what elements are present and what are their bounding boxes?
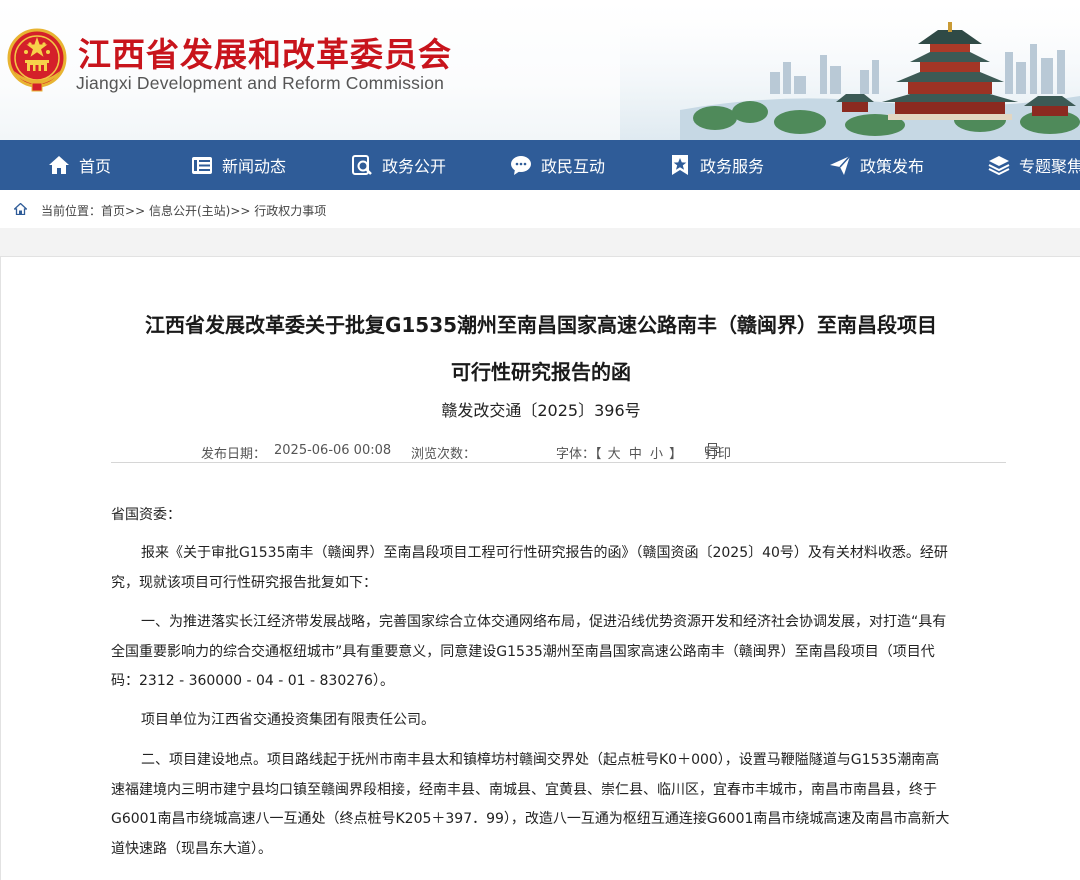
site-title: 江西省发展和改革委员会 [78,35,452,74]
article-body: 省国资委： [111,501,1006,531]
paragraph: 全国重要影响力的综合交通枢纽城市”具有重要意义，同意建设G1535潮州至南昌国家… [111,643,935,660]
font-size-medium[interactable]: 中 [629,447,642,462]
print-button[interactable]: 打印 [705,443,731,462]
publish-date-label: 发布日期： [201,447,267,462]
nav-item-news[interactable]: 新闻动态 [191,140,286,190]
paragraph: 码：2312 - 360000 - 04 - 01 - 830276）。 [111,673,394,689]
breadcrumb-item-info-open[interactable]: 信息公开(主站) [149,204,230,218]
article-title-line2: 可行性研究报告的函 [451,360,631,384]
nav-item-topics[interactable]: 专题聚焦 [988,140,1080,190]
nav-item-gov-open[interactable]: 政务公开 [351,140,446,190]
article-body: 项目单位为江西省交通投资集团有限责任公司。 [111,706,1006,736]
city-scenery-illustration [620,0,1080,140]
nav-item-interaction[interactable]: 政民互动 [510,140,605,190]
national-emblem-icon [7,28,67,92]
nav-item-home[interactable]: 首页 [48,140,111,190]
breadcrumb-trail: 当前位置：首页>> 信息公开(主站)>> 行政权力事项 [41,202,326,219]
layers-icon [988,156,1010,176]
publish-date: 2025-06-06 00:08 [274,443,392,458]
star-badge-icon [672,155,688,175]
paragraph: 报来《关于审批G1535南丰（赣闽界）至南昌段项目工程可行性研究报告的函》（赣国… [141,545,948,561]
nav-item-label: 新闻动态 [222,157,287,176]
article-title-line1: 江西省发展改革委关于批复G1535潮州至南昌国家高速公路南丰（赣闽界）至南昌段项… [144,313,938,337]
article-body: 一、为推进落实长江经济带发展战略，完善国家综合立体交通网络布局，促进沿线优势资源… [111,608,1006,697]
print-label: 打印 [705,447,732,462]
article-meta: 发布日期： 2025-06-06 00:08 浏览次数： 字体：【 大 中 小 … [1,443,1080,463]
gov-open-icon [352,155,372,175]
nav-item-label: 专题聚焦 [1019,157,1080,176]
document-number: 赣发改交通〔2025〕396号 [441,401,641,420]
chat-icon [511,156,531,175]
breadcrumb: 当前位置：首页>> 信息公开(主站)>> 行政权力事项 [0,190,1080,228]
nav-item-label: 政民互动 [541,157,606,176]
meta-divider [111,462,1006,463]
font-size-close: 】 [669,447,683,462]
paragraph: 二、项目建设地点。项目路线起于抚州市南丰县太和镇樟坊村赣闽交界处（起点桩号K0＋… [141,752,940,768]
paragraph: 速福建境内三明市建宁县均口镇至赣闽界段相接，经南丰县、南城县、宜黄县、崇仁县、临… [111,781,937,798]
nav-item-service[interactable]: 政务服务 [669,140,764,190]
breadcrumb-item-admin-power[interactable]: 行政权力事项 [254,204,326,218]
article-panel: 江西省发展改革委关于批复G1535潮州至南昌国家高速公路南丰（赣闽界）至南昌段项… [0,256,1080,880]
breadcrumb-separator: >> [125,204,146,218]
nav-item-label: 政务服务 [700,157,765,176]
views-label: 浏览次数： [411,447,477,462]
paragraph: 究，现就该项目可行性研究报告批复如下： [111,574,377,591]
news-icon [192,157,212,174]
home-icon [14,203,27,215]
font-size-large[interactable]: 大 [608,447,621,462]
font-size-small[interactable]: 小 [650,447,663,462]
font-size-label: 字体：【 [556,447,602,462]
article-body: 报来《关于审批G1535南丰（赣闽界）至南昌段项目工程可行性研究报告的函》（赣国… [111,539,1006,598]
paragraph: 一、为推进落实长江经济带发展战略，完善国家综合立体交通网络布局，促进沿线优势资源… [141,614,947,630]
nav-item-label: 政务公开 [382,157,447,176]
paragraph: 项目单位为江西省交通投资集团有限责任公司。 [141,712,435,728]
breadcrumb-separator: >> [230,204,251,218]
breadcrumb-item-home[interactable]: 首页 [101,204,125,218]
send-icon [830,155,851,175]
home-icon [49,156,69,174]
paragraph: 省国资委： [111,507,181,523]
paragraph: 道快速路（现昌东大道）。 [111,840,272,857]
nav-item-policy[interactable]: 政策发布 [829,140,924,190]
main-nav: 首页 新闻动态 政务公开 政民互动 政务服务 政策发布 专题聚焦 [0,140,1080,190]
nav-item-label: 政策发布 [860,157,925,176]
nav-item-label: 首页 [79,157,112,176]
site-subtitle: Jiangxi Development and Reform Commissio… [76,73,445,93]
font-size-switcher: 字体：【 大 中 小 】 [556,443,682,462]
paragraph: G6001南昌市绕城高速八一互通处（终点桩号K205＋397．99），改造八一互… [111,811,950,827]
breadcrumb-prefix: 当前位置： [41,204,102,218]
site-banner: 江西省发展和改革委员会 Jiangxi Development and Refo… [0,0,1080,140]
article-body: 二、项目建设地点。项目路线起于抚州市南丰县太和镇樟坊村赣闽交界处（起点桩号K0＋… [111,746,1006,864]
